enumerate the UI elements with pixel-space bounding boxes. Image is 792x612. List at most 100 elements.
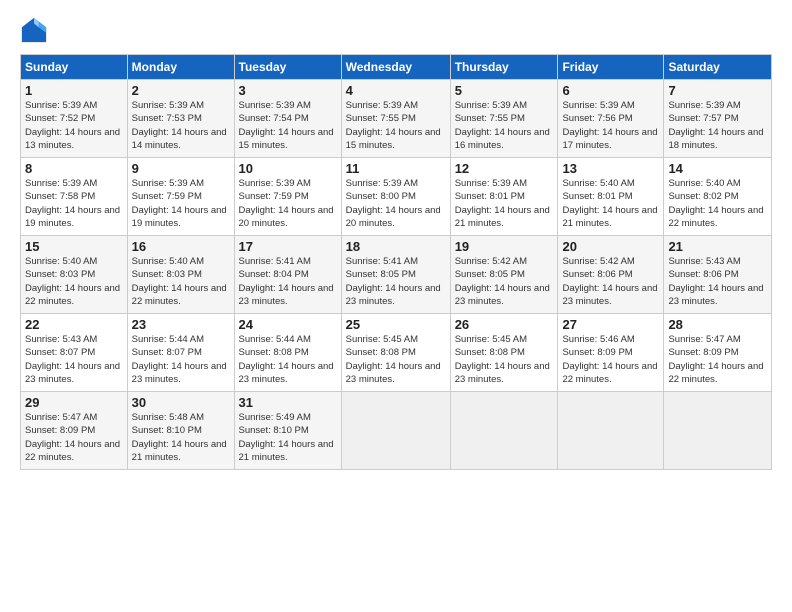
day-number: 19: [455, 239, 554, 254]
calendar-week-1: 1 Sunrise: 5:39 AMSunset: 7:52 PMDaylight…: [21, 80, 772, 158]
weekday-header-sunday: Sunday: [21, 55, 128, 80]
logo: [20, 16, 50, 44]
calendar-cell: 13 Sunrise: 5:40 AMSunset: 8:01 PMDayligh…: [558, 158, 664, 236]
calendar-cell: 26Sunrise: 5:45 AMSunset: 8:08 PMDayligh…: [450, 314, 558, 392]
day-detail: Sunrise: 5:39 AMSunset: 8:01 PMDaylight:…: [455, 178, 550, 229]
calendar-cell: 15Sunrise: 5:40 AMSunset: 8:03 PMDayligh…: [21, 236, 128, 314]
calendar-cell: 11 Sunrise: 5:39 AMSunset: 8:00 PMDayligh…: [341, 158, 450, 236]
day-detail: Sunrise: 5:40 AMSunset: 8:02 PMDaylight:…: [668, 178, 763, 229]
calendar-cell: 29 Sunrise: 5:47 AMSunset: 8:09 PMDayligh…: [21, 392, 128, 470]
calendar-cell: 22 Sunrise: 5:43 AMSunset: 8:07 PMDayligh…: [21, 314, 128, 392]
day-number: 13: [562, 161, 659, 176]
day-detail: Sunrise: 5:42 AMSunset: 8:06 PMDaylight:…: [562, 256, 657, 307]
day-number: 20: [562, 239, 659, 254]
day-number: 6: [562, 83, 659, 98]
day-detail: Sunrise: 5:43 AMSunset: 8:06 PMDaylight:…: [668, 256, 763, 307]
day-detail: Sunrise: 5:39 AMSunset: 7:53 PMDaylight:…: [132, 100, 227, 151]
day-detail: Sunrise: 5:39 AMSunset: 7:52 PMDaylight:…: [25, 100, 120, 151]
day-detail: Sunrise: 5:48 AMSunset: 8:10 PMDaylight:…: [132, 412, 227, 463]
day-detail: Sunrise: 5:44 AMSunset: 8:07 PMDaylight:…: [132, 334, 227, 385]
day-number: 10: [239, 161, 337, 176]
day-detail: Sunrise: 5:39 AMSunset: 7:59 PMDaylight:…: [132, 178, 227, 229]
calendar-cell: [664, 392, 772, 470]
day-number: 16: [132, 239, 230, 254]
calendar-cell: [341, 392, 450, 470]
day-number: 25: [346, 317, 446, 332]
day-detail: Sunrise: 5:41 AMSunset: 8:04 PMDaylight:…: [239, 256, 334, 307]
weekday-header-thursday: Thursday: [450, 55, 558, 80]
calendar-cell: 31Sunrise: 5:49 AMSunset: 8:10 PMDayligh…: [234, 392, 341, 470]
calendar-cell: 28 Sunrise: 5:47 AMSunset: 8:09 PMDayligh…: [664, 314, 772, 392]
calendar-cell: 8 Sunrise: 5:39 AMSunset: 7:58 PMDaylight…: [21, 158, 128, 236]
day-number: 4: [346, 83, 446, 98]
calendar-cell: 5Sunrise: 5:39 AMSunset: 7:55 PMDaylight…: [450, 80, 558, 158]
calendar-cell: 16 Sunrise: 5:40 AMSunset: 8:03 PMDayligh…: [127, 236, 234, 314]
day-detail: Sunrise: 5:47 AMSunset: 8:09 PMDaylight:…: [25, 412, 120, 463]
day-detail: Sunrise: 5:40 AMSunset: 8:01 PMDaylight:…: [562, 178, 657, 229]
day-number: 7: [668, 83, 767, 98]
calendar-cell: 23 Sunrise: 5:44 AMSunset: 8:07 PMDayligh…: [127, 314, 234, 392]
calendar-week-2: 8 Sunrise: 5:39 AMSunset: 7:58 PMDaylight…: [21, 158, 772, 236]
day-number: 31: [239, 395, 337, 410]
logo-icon: [20, 16, 48, 44]
weekday-header-row: SundayMondayTuesdayWednesdayThursdayFrid…: [21, 55, 772, 80]
calendar-cell: 18 Sunrise: 5:41 AMSunset: 8:05 PMDayligh…: [341, 236, 450, 314]
day-number: 17: [239, 239, 337, 254]
calendar-cell: 4 Sunrise: 5:39 AMSunset: 7:55 PMDaylight…: [341, 80, 450, 158]
day-number: 18: [346, 239, 446, 254]
day-number: 8: [25, 161, 123, 176]
day-number: 2: [132, 83, 230, 98]
calendar-cell: 2 Sunrise: 5:39 AMSunset: 7:53 PMDaylight…: [127, 80, 234, 158]
calendar-cell: 20 Sunrise: 5:42 AMSunset: 8:06 PMDayligh…: [558, 236, 664, 314]
calendar-cell: 6 Sunrise: 5:39 AMSunset: 7:56 PMDaylight…: [558, 80, 664, 158]
day-number: 1: [25, 83, 123, 98]
day-detail: Sunrise: 5:39 AMSunset: 7:55 PMDaylight:…: [346, 100, 441, 151]
day-detail: Sunrise: 5:39 AMSunset: 7:57 PMDaylight:…: [668, 100, 763, 151]
calendar-cell: 19Sunrise: 5:42 AMSunset: 8:05 PMDayligh…: [450, 236, 558, 314]
day-detail: Sunrise: 5:41 AMSunset: 8:05 PMDaylight:…: [346, 256, 441, 307]
calendar-cell: 30Sunrise: 5:48 AMSunset: 8:10 PMDayligh…: [127, 392, 234, 470]
day-number: 21: [668, 239, 767, 254]
day-detail: Sunrise: 5:44 AMSunset: 8:08 PMDaylight:…: [239, 334, 334, 385]
day-detail: Sunrise: 5:39 AMSunset: 7:54 PMDaylight:…: [239, 100, 334, 151]
calendar-cell: 12Sunrise: 5:39 AMSunset: 8:01 PMDayligh…: [450, 158, 558, 236]
calendar-cell: 14 Sunrise: 5:40 AMSunset: 8:02 PMDayligh…: [664, 158, 772, 236]
day-number: 24: [239, 317, 337, 332]
calendar-table: SundayMondayTuesdayWednesdayThursdayFrid…: [20, 54, 772, 470]
calendar-cell: [450, 392, 558, 470]
day-detail: Sunrise: 5:39 AMSunset: 7:56 PMDaylight:…: [562, 100, 657, 151]
calendar-week-4: 22 Sunrise: 5:43 AMSunset: 8:07 PMDayligh…: [21, 314, 772, 392]
day-detail: Sunrise: 5:39 AMSunset: 7:59 PMDaylight:…: [239, 178, 334, 229]
day-number: 3: [239, 83, 337, 98]
calendar-cell: 10 Sunrise: 5:39 AMSunset: 7:59 PMDayligh…: [234, 158, 341, 236]
page: SundayMondayTuesdayWednesdayThursdayFrid…: [0, 0, 792, 480]
day-detail: Sunrise: 5:45 AMSunset: 8:08 PMDaylight:…: [346, 334, 441, 385]
day-detail: Sunrise: 5:47 AMSunset: 8:09 PMDaylight:…: [668, 334, 763, 385]
weekday-header-friday: Friday: [558, 55, 664, 80]
day-number: 11: [346, 161, 446, 176]
day-detail: Sunrise: 5:40 AMSunset: 8:03 PMDaylight:…: [132, 256, 227, 307]
header: [20, 16, 772, 44]
calendar-week-5: 29 Sunrise: 5:47 AMSunset: 8:09 PMDayligh…: [21, 392, 772, 470]
weekday-header-monday: Monday: [127, 55, 234, 80]
day-detail: Sunrise: 5:45 AMSunset: 8:08 PMDaylight:…: [455, 334, 550, 385]
day-number: 28: [668, 317, 767, 332]
day-number: 23: [132, 317, 230, 332]
calendar-cell: 25 Sunrise: 5:45 AMSunset: 8:08 PMDayligh…: [341, 314, 450, 392]
day-number: 27: [562, 317, 659, 332]
calendar-cell: 3 Sunrise: 5:39 AMSunset: 7:54 PMDaylight…: [234, 80, 341, 158]
calendar-cell: 7 Sunrise: 5:39 AMSunset: 7:57 PMDaylight…: [664, 80, 772, 158]
day-number: 29: [25, 395, 123, 410]
day-detail: Sunrise: 5:43 AMSunset: 8:07 PMDaylight:…: [25, 334, 120, 385]
day-number: 9: [132, 161, 230, 176]
calendar-cell: 21 Sunrise: 5:43 AMSunset: 8:06 PMDayligh…: [664, 236, 772, 314]
day-number: 14: [668, 161, 767, 176]
day-number: 22: [25, 317, 123, 332]
day-detail: Sunrise: 5:39 AMSunset: 7:58 PMDaylight:…: [25, 178, 120, 229]
day-detail: Sunrise: 5:39 AMSunset: 8:00 PMDaylight:…: [346, 178, 441, 229]
calendar-cell: 24 Sunrise: 5:44 AMSunset: 8:08 PMDayligh…: [234, 314, 341, 392]
calendar-cell: 27Sunrise: 5:46 AMSunset: 8:09 PMDayligh…: [558, 314, 664, 392]
calendar-cell: [558, 392, 664, 470]
weekday-header-wednesday: Wednesday: [341, 55, 450, 80]
calendar-week-3: 15Sunrise: 5:40 AMSunset: 8:03 PMDayligh…: [21, 236, 772, 314]
